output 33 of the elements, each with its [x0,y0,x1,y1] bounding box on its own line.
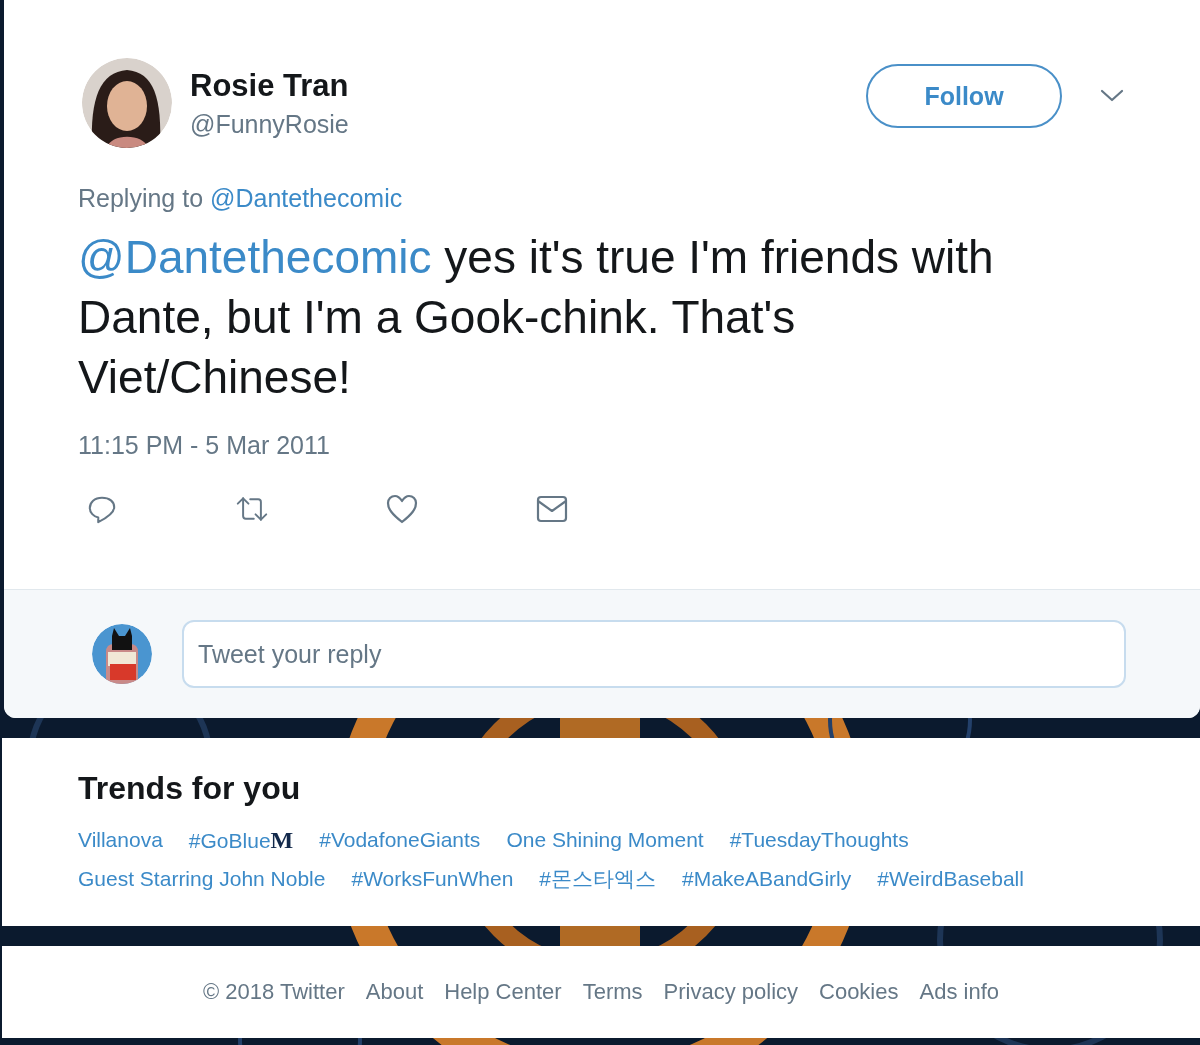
replying-label: Replying to [78,184,204,213]
trend-link[interactable]: #TuesdayThoughts [729,821,909,860]
footer-link[interactable]: Help Center [444,979,562,1005]
reply-field[interactable]: Tweet your reply [182,620,1126,688]
author-handle: @FunnyRosie [190,109,349,139]
trend-link[interactable]: #MakeABandGirly [682,860,852,898]
author-name: Rosie Tran [190,67,349,104]
trend-link[interactable]: #VodafoneGiants [319,821,481,860]
trend-link[interactable]: #WeirdBaseball [877,860,1024,898]
timestamp: 11:15 PM - 5 Mar 2011 [77,430,331,460]
user-avatar [92,624,152,684]
mention-link[interactable]: @Dantethecomic [78,231,432,283]
footer-link[interactable]: Ads info [919,979,999,1005]
trend-link[interactable]: One Shining Moment [506,821,704,860]
follow-button[interactable]: Follow [866,64,1062,128]
trend-link[interactable]: Guest Starring John Noble [78,860,326,898]
trend-link[interactable]: #GoBlueM [188,821,294,860]
trend-link[interactable]: #몬스타엑스 [539,860,656,898]
chevron-down-icon[interactable] [1100,89,1124,103]
trends-heading: Trends for you [78,770,302,807]
reply-icon[interactable] [86,494,118,524]
trend-link[interactable]: #WorksFunWhen [351,860,514,898]
trend-link[interactable]: Villanova [78,821,163,860]
retweet-icon[interactable] [236,494,268,524]
tweet-text: @Dantethecomic yes it's true I'm friends with Dante, but I'm a Gook-chink. That's Viet/Chinese! [78,230,995,405]
mention-link[interactable]: @Dantethecomic [210,184,403,213]
envelope-icon[interactable] [536,494,568,524]
heart-icon[interactable] [386,494,418,524]
footer-link[interactable]: Terms [582,979,643,1005]
footer-link[interactable]: About [365,979,424,1005]
footer-link[interactable]: Cookies [819,979,899,1005]
footer-link[interactable]: Privacy policy [663,979,798,1005]
copyright-text: © 2018 Twitter [203,979,345,1005]
